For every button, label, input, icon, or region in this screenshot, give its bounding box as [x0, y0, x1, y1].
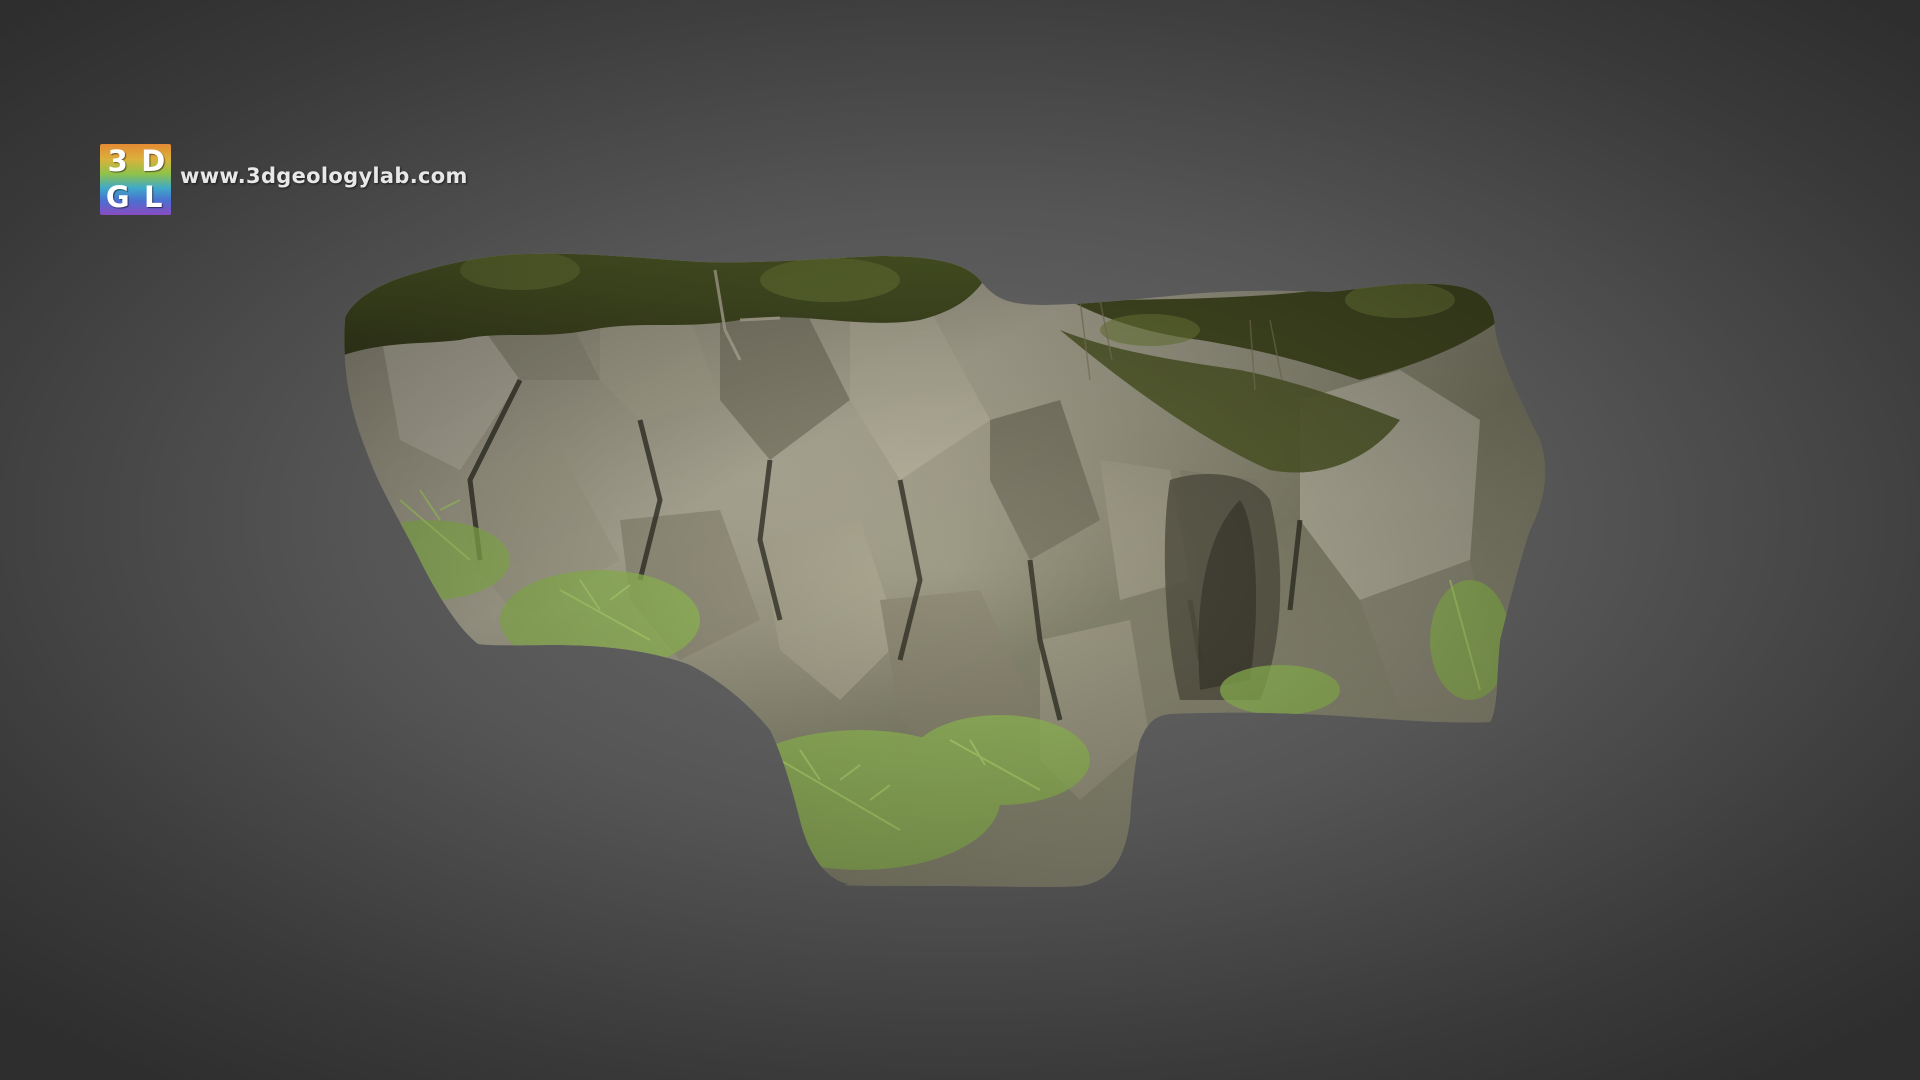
model-viewer[interactable]: 3 D G L www.3dgeologylab.com — [0, 0, 1920, 1080]
rock-outcrop-model[interactable] — [0, 0, 1920, 1080]
